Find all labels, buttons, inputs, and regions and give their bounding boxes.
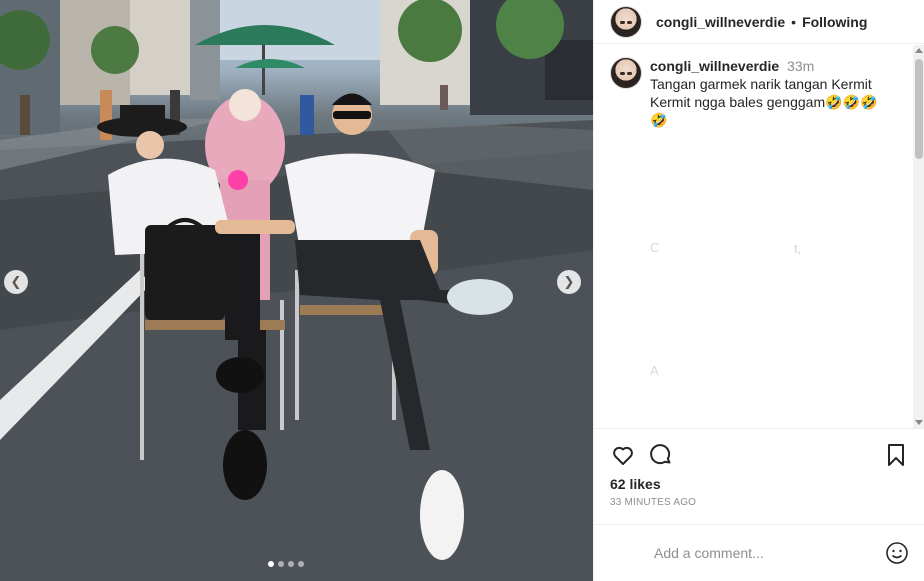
comment-bar xyxy=(594,524,924,581)
scroll-thumb[interactable] xyxy=(915,59,923,159)
header-username[interactable]: congli_willneverdie xyxy=(656,14,785,30)
bookmark-icon[interactable] xyxy=(881,440,911,470)
chevron-left-icon[interactable]: ❮ xyxy=(4,270,28,294)
carousel-dots xyxy=(268,561,304,567)
street-photo-illustration xyxy=(0,0,593,581)
carousel-dot xyxy=(298,561,304,567)
heart-icon[interactable] xyxy=(608,440,638,470)
faded-caption-line: C xyxy=(650,240,660,255)
scroll-up-arrow[interactable] xyxy=(915,48,923,53)
scroll-down-arrow[interactable] xyxy=(915,420,923,425)
avatar[interactable] xyxy=(610,5,642,38)
caption-body: Tangan garmek narik tangan Kermit Kermit… xyxy=(650,76,878,128)
caption-time: 33m xyxy=(787,58,815,74)
following-button[interactable]: Following xyxy=(802,14,867,30)
comments-scroll-area[interactable]: congli_willneverdie 33m Tangan garmek na… xyxy=(594,45,924,428)
post-actions xyxy=(594,428,924,480)
chevron-right-icon[interactable]: ❯ xyxy=(557,270,581,294)
post-header: congli_willneverdie • Following xyxy=(594,0,924,44)
caption-username[interactable]: congli_willneverdie xyxy=(650,58,779,74)
post-photo[interactable]: ❮ ❯ xyxy=(0,0,593,581)
smiley-icon[interactable] xyxy=(885,541,909,565)
comment-icon[interactable] xyxy=(646,440,676,470)
scrollbar[interactable] xyxy=(913,45,924,428)
caption-text: congli_willneverdie 33m Tangan garmek na… xyxy=(650,57,880,129)
faded-caption-line: A xyxy=(650,363,659,378)
likes-count[interactable]: 62 likes xyxy=(610,476,661,492)
avatar[interactable] xyxy=(610,57,642,89)
carousel-dot xyxy=(268,561,274,567)
header-separator: • xyxy=(791,13,797,30)
comment-input[interactable] xyxy=(654,545,885,561)
caption: congli_willneverdie 33m Tangan garmek na… xyxy=(594,45,924,129)
faded-caption-line: t, xyxy=(794,241,802,256)
carousel-dot xyxy=(278,561,284,567)
carousel-dot xyxy=(288,561,294,567)
post-detail-panel: congli_willneverdie • Following congli_w… xyxy=(593,0,924,581)
post-time-ago: 33 MINUTES AGO xyxy=(610,497,697,508)
